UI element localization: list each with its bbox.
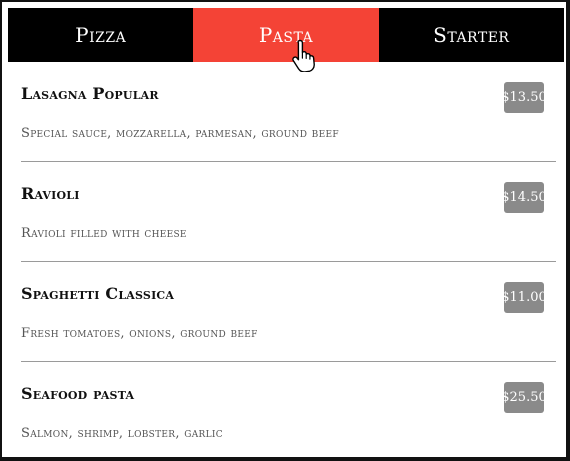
price-badge: $14.50 bbox=[501, 182, 547, 213]
item-name: Seafood pasta bbox=[21, 384, 135, 403]
tab-starter[interactable]: Starter bbox=[379, 8, 564, 62]
item-description: Salmon, shrimp, lobster, garlic bbox=[21, 426, 223, 441]
item-description: Ravioli filled with cheese bbox=[21, 226, 187, 241]
menu-item-lasagna-popular: Lasagna Popular Special sauce, mozzarell… bbox=[21, 62, 556, 162]
item-description: Fresh tomatoes, onions, ground beef bbox=[21, 326, 258, 341]
tab-label: Pasta bbox=[258, 23, 314, 47]
menu-window: Pizza Pasta Starter Lasagna Popular Spec… bbox=[0, 0, 570, 461]
item-description: Special sauce, mozzarella, parmesan, gro… bbox=[21, 126, 339, 141]
item-name: Ravioli bbox=[21, 184, 80, 203]
item-name: Spaghetti Classica bbox=[21, 284, 175, 303]
price-badge: $25.50 bbox=[501, 382, 547, 413]
menu-item-ravioli: Ravioli Ravioli filled with cheese $14.5… bbox=[21, 162, 556, 262]
category-tab-bar: Pizza Pasta Starter bbox=[8, 8, 564, 72]
tab-label: Starter bbox=[433, 23, 510, 47]
item-name: Lasagna Popular bbox=[21, 84, 159, 103]
price-badge: $13.50 bbox=[501, 82, 547, 113]
menu-list: Lasagna Popular Special sauce, mozzarell… bbox=[21, 62, 556, 457]
price-badge: $11.00 bbox=[501, 282, 547, 313]
menu-item-spaghetti-classica: Spaghetti Classica Fresh tomatoes, onion… bbox=[21, 262, 556, 362]
menu-item-seafood-pasta: Seafood pasta Salmon, shrimp, lobster, g… bbox=[21, 362, 556, 457]
tab-pasta[interactable]: Pasta bbox=[193, 8, 379, 72]
tab-pizza[interactable]: Pizza bbox=[8, 8, 193, 62]
tab-label: Pizza bbox=[75, 23, 127, 47]
